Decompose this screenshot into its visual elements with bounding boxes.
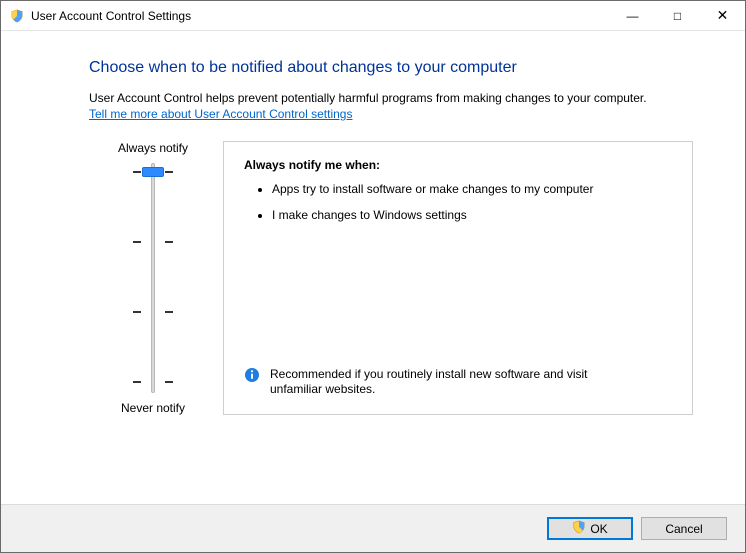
ok-label: OK bbox=[590, 522, 607, 536]
notification-panel: Always notify me when: Apps try to insta… bbox=[223, 141, 693, 415]
slider-tick bbox=[165, 381, 173, 383]
slider-bottom-label: Never notify bbox=[121, 401, 185, 415]
page-heading: Choose when to be notified about changes… bbox=[89, 59, 697, 77]
uac-settings-window: User Account Control Settings — □ ✕ Choo… bbox=[0, 0, 746, 553]
maximize-button[interactable]: □ bbox=[655, 1, 700, 30]
body-row: Always notify Never notify bbox=[89, 141, 697, 415]
bullet-item: Apps try to install software or make cha… bbox=[272, 182, 672, 198]
help-link[interactable]: Tell me more about User Account Control … bbox=[89, 107, 352, 121]
content-area: Choose when to be notified about changes… bbox=[1, 31, 745, 504]
page-description: User Account Control helps prevent poten… bbox=[89, 91, 697, 105]
slider-tick bbox=[133, 381, 141, 383]
window-controls: — □ ✕ bbox=[610, 1, 745, 30]
titlebar: User Account Control Settings — □ ✕ bbox=[1, 1, 745, 31]
slider-tick bbox=[133, 171, 141, 173]
slider-tick bbox=[165, 241, 173, 243]
info-icon bbox=[244, 367, 260, 383]
slider-top-label: Always notify bbox=[118, 141, 188, 155]
slider-thumb[interactable] bbox=[142, 167, 164, 177]
uac-shield-icon bbox=[9, 8, 25, 24]
bullet-item: I make changes to Windows settings bbox=[272, 208, 672, 224]
uac-shield-icon bbox=[572, 520, 586, 537]
cancel-label: Cancel bbox=[665, 522, 702, 536]
panel-bullets: Apps try to install software or make cha… bbox=[244, 182, 672, 223]
footer: OK Cancel bbox=[1, 504, 745, 552]
cancel-button[interactable]: Cancel bbox=[641, 517, 727, 540]
slider-column: Always notify Never notify bbox=[89, 141, 217, 415]
panel-title: Always notify me when: bbox=[244, 158, 672, 172]
notification-slider[interactable] bbox=[125, 163, 181, 393]
recommendation-text: Recommended if you routinely install new… bbox=[270, 367, 672, 398]
window-title: User Account Control Settings bbox=[31, 9, 610, 23]
recommendation-row: Recommended if you routinely install new… bbox=[244, 367, 672, 398]
ok-button[interactable]: OK bbox=[547, 517, 633, 540]
slider-tick bbox=[133, 311, 141, 313]
slider-tick bbox=[165, 311, 173, 313]
slider-tick bbox=[133, 241, 141, 243]
close-button[interactable]: ✕ bbox=[700, 1, 745, 30]
slider-track bbox=[151, 163, 155, 393]
minimize-button[interactable]: — bbox=[610, 1, 655, 30]
slider-tick bbox=[165, 171, 173, 173]
